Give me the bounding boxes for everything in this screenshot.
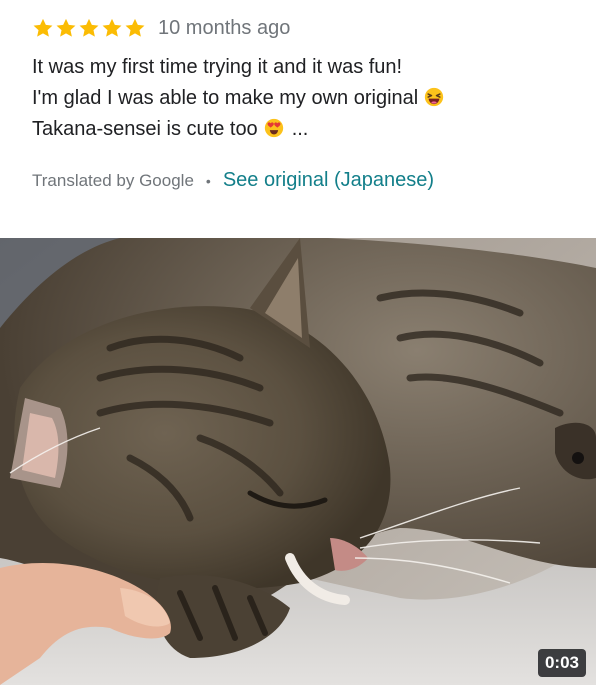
laughing-face-emoji-icon xyxy=(424,87,444,107)
translated-by-label: Translated by Google xyxy=(32,170,194,190)
review-card: 10 months ago It was my first time tryin… xyxy=(32,14,572,192)
review-text: It was my first time trying it and it wa… xyxy=(32,52,572,145)
translation-row: Translated by Google • See original (Jap… xyxy=(32,169,572,192)
review-line-text: I'm glad I was able to make my own origi… xyxy=(32,87,419,109)
star-icon xyxy=(78,17,100,39)
video-duration-badge: 0:03 xyxy=(537,649,586,677)
review-line-3: Takana-sensei is cute too ... xyxy=(32,114,572,145)
star-icon xyxy=(32,17,54,39)
heart-eyes-emoji-icon xyxy=(264,118,284,138)
star-icon xyxy=(124,17,146,39)
video-thumbnail[interactable]: 0:03 xyxy=(0,238,596,685)
see-original-link[interactable]: See original (Japanese) xyxy=(223,169,434,192)
ellipsis: ... xyxy=(291,118,309,140)
review-line: It was my first time trying it and it wa… xyxy=(32,56,403,78)
rating-row: 10 months ago xyxy=(32,14,572,42)
star-rating xyxy=(32,17,146,39)
separator-dot: • xyxy=(205,172,211,189)
cat-photo xyxy=(0,238,596,685)
star-icon xyxy=(101,17,123,39)
star-icon xyxy=(55,17,77,39)
review-time: 10 months ago xyxy=(158,16,291,39)
review-line-text: Takana-sensei is cute too xyxy=(32,118,258,140)
review-line-2: I'm glad I was able to make my own origi… xyxy=(32,83,572,114)
